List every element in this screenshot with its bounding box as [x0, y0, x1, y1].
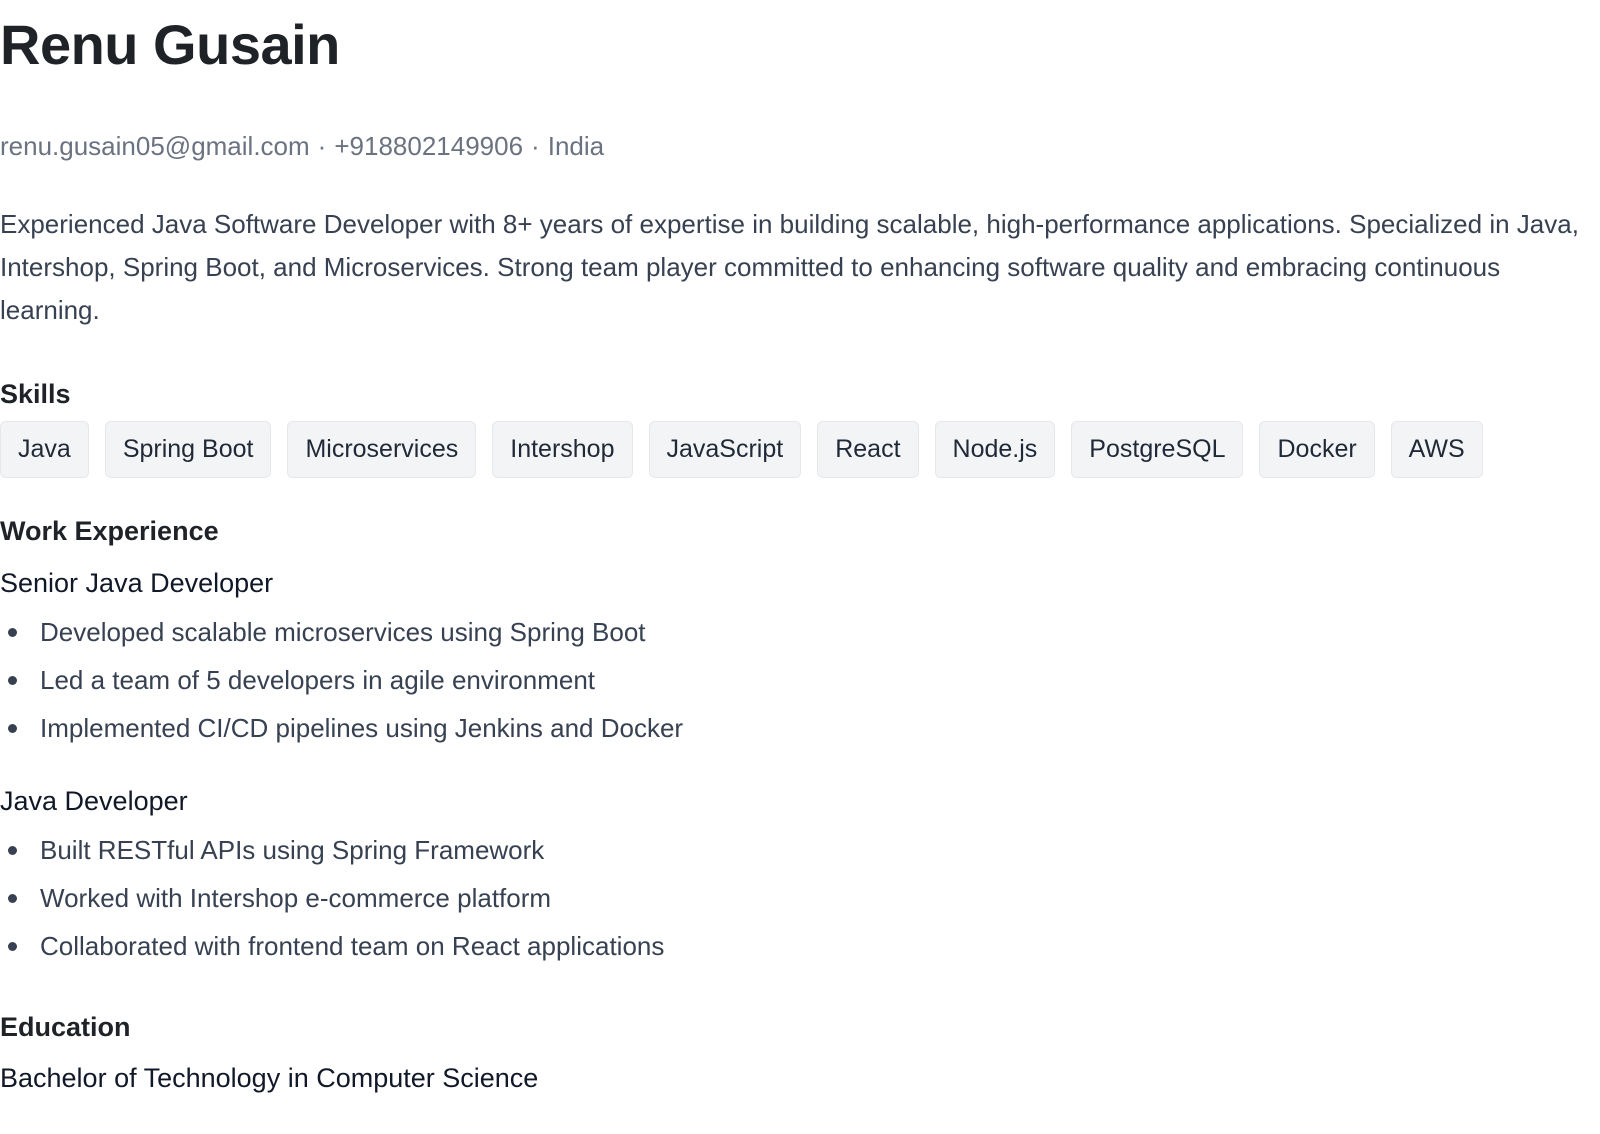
skill-chip: Node.js	[934, 421, 1056, 478]
skill-chip: AWS	[1390, 421, 1483, 478]
education-heading: Education	[0, 1012, 131, 1042]
skill-chip: Java	[0, 421, 89, 478]
skill-chip: Microservices	[287, 421, 477, 478]
bullet-text: Worked with Intershop e-commerce platfor…	[40, 883, 552, 913]
list-item: Led a team of 5 developers in agile envi…	[0, 656, 1600, 704]
bullet-dot-icon	[8, 724, 17, 733]
bullet-text: Led a team of 5 developers in agile envi…	[40, 665, 596, 695]
contact-separator: ·	[531, 131, 540, 161]
bullet-text: Collaborated with frontend team on React…	[40, 931, 665, 961]
phone-text: +918802149906	[334, 131, 524, 161]
professional-summary: Experienced Java Software Developer with…	[0, 209, 1579, 325]
contact-line: renu.gusain05@gmail.com · +918802149906 · In…	[0, 130, 1600, 162]
bullet-dot-icon	[8, 942, 17, 951]
skill-chip: React	[817, 421, 919, 478]
bullet-dot-icon	[8, 846, 17, 855]
job-title: Java Developer	[0, 786, 188, 816]
bullet-dot-icon	[8, 676, 17, 685]
list-item: Worked with Intershop e-commerce platfor…	[0, 874, 1600, 922]
candidate-name: Renu Gusain	[0, 13, 340, 76]
job-bullet-list: Developed scalable microservices using S…	[0, 608, 1600, 752]
bullet-text: Built RESTful APIs using Spring Framewor…	[40, 835, 545, 865]
list-item: Collaborated with frontend team on React…	[0, 922, 1600, 970]
skills-heading: Skills	[0, 379, 71, 409]
job-bullet-list: Built RESTful APIs using Spring Framewor…	[0, 826, 1600, 970]
bullet-text: Developed scalable microservices using S…	[40, 617, 646, 647]
skill-chip: JavaScript	[648, 421, 802, 478]
job-title: Senior Java Developer	[0, 568, 274, 598]
skill-chip: Docker	[1259, 421, 1375, 478]
bullet-dot-icon	[8, 894, 17, 903]
bullet-dot-icon	[8, 628, 17, 637]
list-item: Developed scalable microservices using S…	[0, 608, 1600, 656]
work-experience-heading: Work Experience	[0, 516, 219, 546]
bullet-text: Implemented CI/CD pipelines using Jenkin…	[40, 713, 684, 743]
skill-chip: Intershop	[492, 421, 633, 478]
skill-chip: PostgreSQL	[1071, 421, 1244, 478]
email-text: renu.gusain05@gmail.com	[0, 131, 310, 161]
list-item: Built RESTful APIs using Spring Framewor…	[0, 826, 1600, 874]
location-text: India	[547, 131, 605, 161]
skill-chip: Spring Boot	[104, 421, 272, 478]
contact-separator: ·	[317, 131, 327, 161]
skills-list: Java Spring Boot Microservices Intershop…	[0, 421, 1600, 478]
resume-page: Renu Gusain renu.gusain05@gmail.com · +918…	[0, 0, 1600, 1095]
degree-text: Bachelor of Technology in Computer Scien…	[0, 1063, 539, 1093]
list-item: Implemented CI/CD pipelines using Jenkin…	[0, 704, 1600, 752]
